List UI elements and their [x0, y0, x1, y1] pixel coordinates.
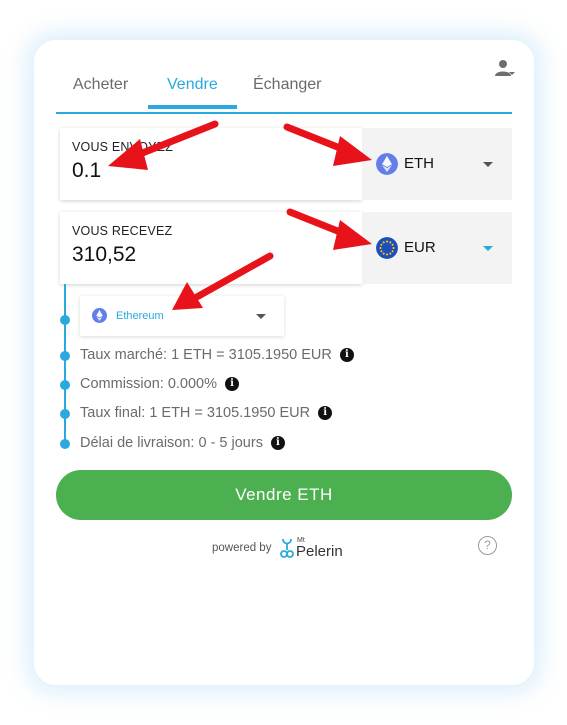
- receive-amount-value: 310,52: [72, 243, 137, 266]
- powered-by-label: powered by: [212, 542, 272, 554]
- chevron-down-icon: [483, 246, 493, 251]
- info-icon[interactable]: i: [318, 406, 333, 421]
- euro-flag-icon: [376, 237, 398, 259]
- tab-acheter[interactable]: Acheter: [73, 76, 128, 94]
- mt-pelerin-logo-icon[interactable]: [280, 537, 294, 559]
- ethereum-icon: [376, 153, 398, 175]
- timeline-dot: [60, 409, 70, 419]
- ethereum-icon: [92, 308, 107, 323]
- info-icon[interactable]: i: [339, 348, 354, 363]
- info-final-rate: Taux final: 1 ETH = 3105.1950 EUR i: [80, 405, 333, 421]
- receive-currency-select[interactable]: EUR: [362, 212, 512, 284]
- active-tab-indicator: [148, 105, 237, 109]
- timeline-dot: [60, 351, 70, 361]
- tab-bar: Acheter Vendre Échanger: [56, 70, 512, 114]
- info-delivery: Délai de livraison: 0 - 5 jours i: [80, 435, 285, 451]
- info-icon[interactable]: i: [225, 377, 239, 392]
- timeline-dot: [60, 380, 70, 390]
- info-icon[interactable]: i: [270, 436, 285, 451]
- tab-echanger[interactable]: Échanger: [253, 76, 322, 94]
- info-commission: Commission: 0.000% i: [80, 376, 239, 392]
- help-icon[interactable]: ?: [478, 536, 497, 555]
- send-currency-select[interactable]: ETH: [362, 128, 512, 200]
- tab-vendre[interactable]: Vendre: [167, 76, 218, 94]
- chevron-down-icon: [256, 314, 266, 319]
- receive-amount-label: VOUS RECEVEZ: [72, 224, 173, 238]
- receive-currency-label: EUR: [404, 239, 436, 256]
- info-market-rate-text: Taux marché: 1 ETH = 3105.1950 EUR: [80, 347, 332, 363]
- info-final-rate-text: Taux final: 1 ETH = 3105.1950 EUR: [80, 405, 311, 421]
- network-select[interactable]: Ethereum: [80, 296, 284, 336]
- receive-amount-field[interactable]: VOUS RECEVEZ 310,52: [60, 212, 362, 284]
- send-amount-label: VOUS ENVOYEZ: [72, 140, 174, 154]
- timeline-dot: [60, 439, 70, 449]
- chevron-down-icon: [483, 162, 493, 167]
- info-commission-text: Commission: 0.000%: [80, 376, 217, 392]
- info-market-rate: Taux marché: 1 ETH = 3105.1950 EUR i: [80, 347, 354, 363]
- timeline-dot: [60, 315, 70, 325]
- send-amount-field[interactable]: VOUS ENVOYEZ 0.1: [60, 128, 362, 200]
- info-delivery-text: Délai de livraison: 0 - 5 jours: [80, 435, 263, 451]
- sell-eth-button[interactable]: Vendre ETH: [56, 470, 512, 520]
- timeline-line: [64, 284, 66, 448]
- send-amount-value[interactable]: 0.1: [72, 159, 101, 183]
- network-label: Ethereum: [116, 310, 164, 322]
- brand-name: Pelerin: [296, 543, 343, 560]
- send-currency-label: ETH: [404, 155, 434, 172]
